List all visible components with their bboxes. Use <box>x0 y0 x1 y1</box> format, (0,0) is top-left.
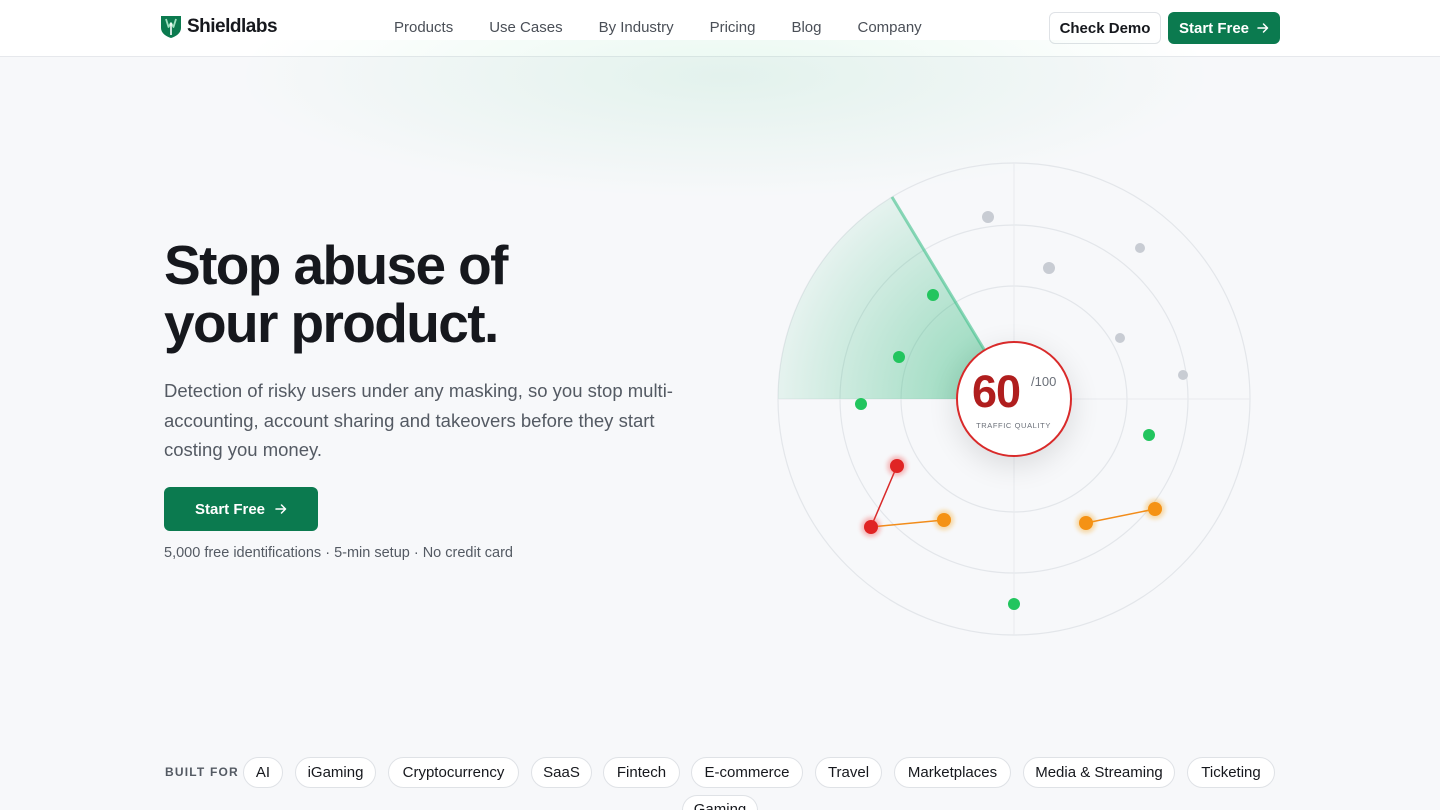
score-label: TRAFFIC QUALITY <box>976 421 1051 430</box>
industry-pill-ai[interactable]: AI <box>243 757 283 788</box>
score-value: 60 <box>972 366 1021 417</box>
industry-pill-label: Gaming <box>693 801 747 810</box>
nav-company[interactable]: Company <box>857 19 921 36</box>
industry-pill-marketplaces[interactable]: Marketplaces <box>894 757 1011 788</box>
main-nav: Products Use Cases By Industry Pricing B… <box>394 19 922 36</box>
industry-pill-label: E-commerce <box>704 764 790 781</box>
hero-start-free-label: Start Free <box>194 500 266 518</box>
industry-pill-label: Fintech <box>616 764 667 781</box>
industry-pill-label: Media & Streaming <box>1035 764 1163 781</box>
nav-blog[interactable]: Blog <box>791 19 821 36</box>
header-start-free-button[interactable]: Start Free <box>1168 12 1280 44</box>
check-demo-button[interactable]: Check Demo <box>1049 12 1161 44</box>
industry-pill-gaming[interactable]: Gaming <box>682 795 758 810</box>
brand-name: Shieldlabs <box>187 16 278 37</box>
industry-pill-label: iGaming <box>307 764 364 781</box>
nav-use-cases[interactable]: Use Cases <box>489 19 562 36</box>
industry-pill-travel[interactable]: Travel <box>815 757 882 788</box>
shield-logo-icon <box>161 16 181 38</box>
industry-pill-label: Travel <box>827 764 870 781</box>
score-max: /100 <box>1031 374 1057 389</box>
hero-start-free-button[interactable]: Start Free <box>164 487 318 531</box>
traffic-quality-score: 60 /100 TRAFFIC QUALITY <box>956 341 1072 457</box>
industry-pill-label: Cryptocurrency <box>402 764 505 781</box>
industry-pill-saas[interactable]: SaaS <box>531 757 592 788</box>
hero-title-line-1: Stop abuse of <box>164 234 508 296</box>
nav-by-industry[interactable]: By Industry <box>599 19 674 36</box>
hero-subtitle: Detection of risky users under any maski… <box>164 380 673 460</box>
industry-pill-cryptocurrency[interactable]: Cryptocurrency <box>388 757 519 788</box>
nav-products[interactable]: Products <box>394 19 453 36</box>
brand-logo[interactable]: Shieldlabs <box>160 15 278 39</box>
industry-pill-igaming[interactable]: iGaming <box>295 757 376 788</box>
industry-pill-label: Marketplaces <box>907 764 998 781</box>
arrow-right-icon <box>1257 23 1269 33</box>
built-for-label: BUILT FOR <box>165 765 239 779</box>
hero-note: 5,000 free identifications · 5-min setup… <box>164 545 513 561</box>
industry-pill-media-streaming[interactable]: Media & Streaming <box>1023 757 1175 788</box>
industry-pill-label: Ticketing <box>1201 764 1261 781</box>
nav-pricing[interactable]: Pricing <box>710 19 756 36</box>
industry-pill-ticketing[interactable]: Ticketing <box>1187 757 1275 788</box>
arrow-right-icon <box>275 504 287 514</box>
site-header: Shieldlabs Products Use Cases By Industr… <box>0 0 1440 57</box>
industry-pill-fintech[interactable]: Fintech <box>603 757 680 788</box>
hero-title: Stop abuse of your product. <box>164 236 724 352</box>
hero-title-line-2: your product. <box>164 292 499 354</box>
industry-pill-label: SaaS <box>543 764 580 781</box>
check-demo-label: Check Demo <box>1059 19 1151 37</box>
industry-pill-ecommerce[interactable]: E-commerce <box>691 757 803 788</box>
header-start-free-label: Start Free <box>1178 19 1250 37</box>
radar-links <box>870 465 1156 528</box>
industry-pill-label: AI <box>255 764 271 781</box>
